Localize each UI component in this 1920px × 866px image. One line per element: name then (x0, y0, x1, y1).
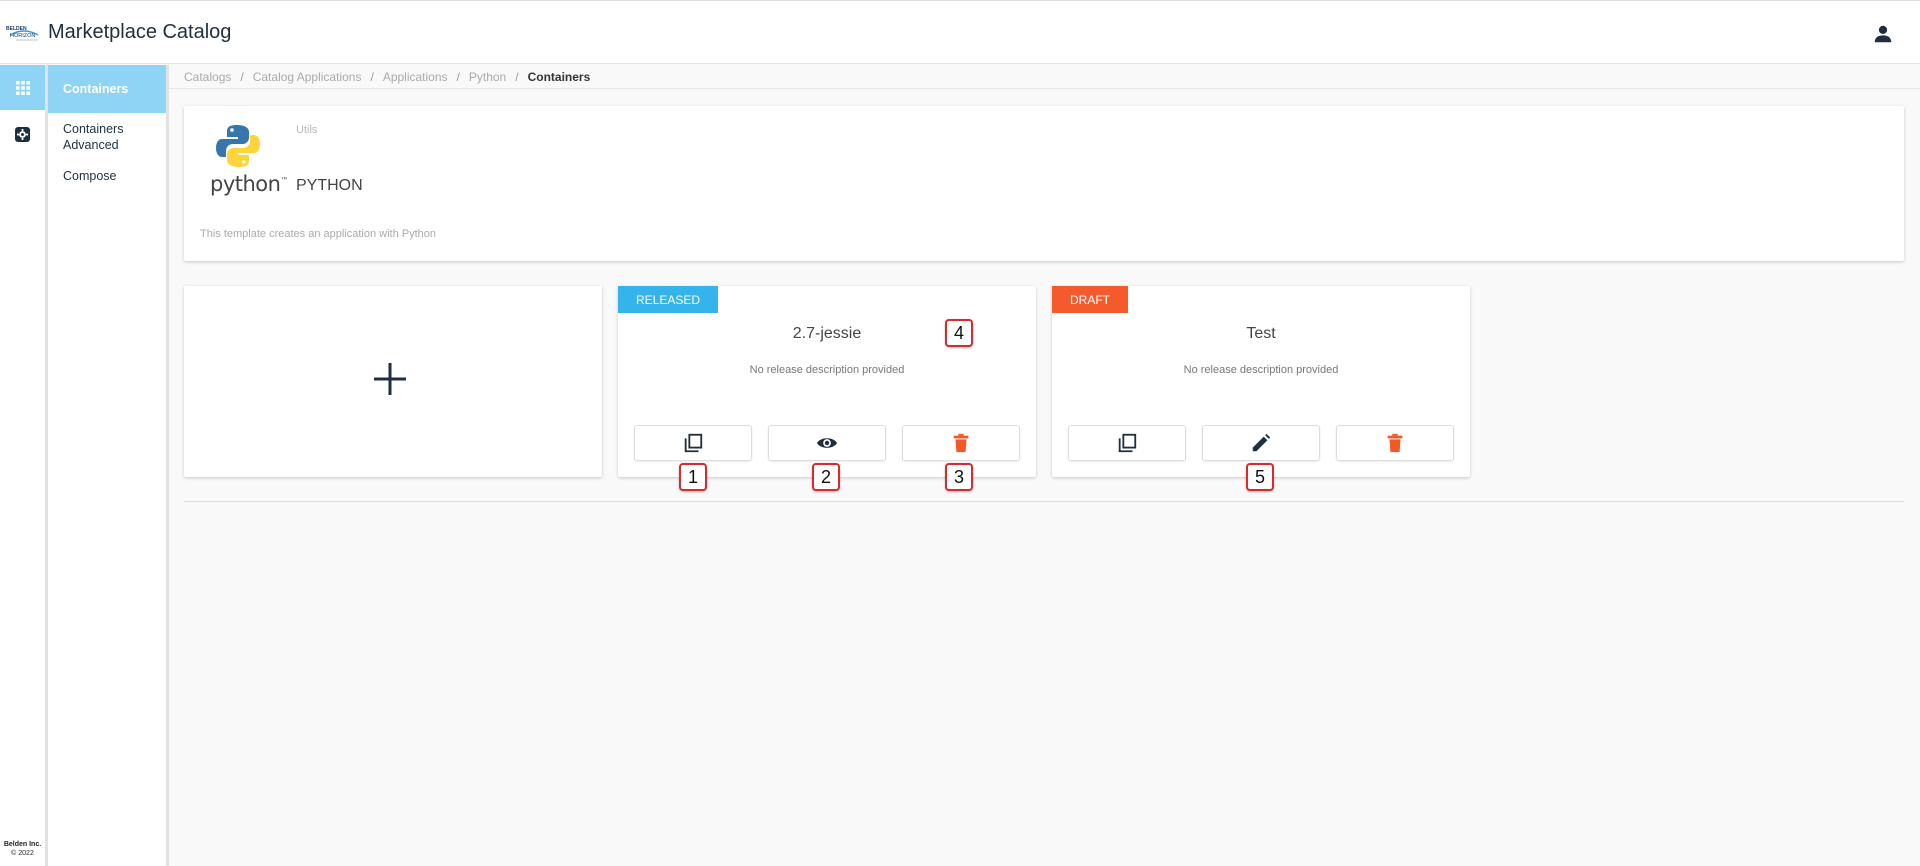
breadcrumb-current: Containers (527, 69, 591, 84)
trash-icon (953, 433, 969, 453)
annotation-marker-1: 1 (679, 463, 707, 491)
app-title: Marketplace Catalog (48, 21, 232, 43)
plus-icon (374, 363, 406, 395)
breadcrumb-separator: / (515, 69, 519, 84)
settings-gear-icon (15, 127, 30, 142)
rail-item-catalog[interactable] (0, 65, 45, 110)
python-wordmark-text: python (210, 172, 281, 196)
annotation-marker-4: 4 (945, 319, 973, 347)
trash-icon (1387, 433, 1403, 453)
copy-icon (684, 433, 703, 453)
user-icon[interactable] (1872, 23, 1894, 45)
version-description: No release description provided (749, 364, 905, 376)
breadcrumb-catalogs[interactable]: Catalogs (184, 70, 231, 84)
subnav-item-label: Compose (63, 169, 117, 183)
python-wordmark: python™ (210, 172, 288, 196)
delete-button[interactable] (902, 425, 1020, 461)
status-badge: RELEASED (618, 286, 719, 313)
copy-button[interactable] (634, 425, 752, 461)
eye-icon (816, 438, 838, 448)
annotation-marker-3: 3 (945, 463, 973, 491)
app-description: This template creates an application wit… (200, 228, 437, 240)
subnav-item-containers[interactable]: Containers (48, 65, 166, 113)
breadcrumb-separator: / (240, 69, 244, 84)
icon-rail: Belden Inc. © 2022 (0, 65, 48, 866)
pencil-icon (1252, 433, 1271, 452)
application-info-card: python™ Utils PYTHON This template creat… (184, 106, 1904, 261)
version-title: 2.7-jessie (792, 325, 862, 342)
app-category: Utils (296, 124, 318, 136)
sub-navigation: Containers Containers Advanced Compose (48, 65, 169, 866)
copy-icon (1118, 433, 1137, 453)
breadcrumb: Catalogs / Catalog Applications / Applic… (169, 65, 1920, 89)
version-card-released: RELEASED 2.7-jessie No release descripti… (618, 286, 1036, 477)
annotation-marker-5: 5 (1246, 463, 1274, 491)
breadcrumb-python[interactable]: Python (469, 70, 506, 84)
footer-company: Belden Inc. (3, 841, 42, 848)
section-divider (184, 501, 1904, 502)
status-badge: DRAFT (1052, 286, 1128, 313)
version-card-draft: DRAFT Test No release description provid… (1052, 286, 1470, 477)
breadcrumb-separator: / (456, 69, 460, 84)
svg-text:HORIZON: HORIZON (10, 33, 35, 39)
add-version-card[interactable] (184, 286, 602, 477)
view-button[interactable] (768, 425, 886, 461)
delete-button[interactable] (1336, 425, 1454, 461)
footer-year: © 2022 (11, 850, 34, 857)
python-trademark: ™ (280, 176, 288, 185)
breadcrumb-applications[interactable]: Applications (383, 70, 448, 84)
subnav-item-label: Containers (63, 82, 129, 96)
grid-icon (15, 80, 30, 95)
top-header: BELDEN HORIZON Marketplace Catalog (0, 0, 1920, 64)
python-logo-icon (216, 125, 260, 167)
edit-button[interactable] (1202, 425, 1320, 461)
copyright-footer: Belden Inc. © 2022 (0, 840, 45, 858)
version-description: No release description provided (1183, 364, 1339, 376)
rail-item-settings[interactable] (0, 112, 45, 157)
belden-horizon-logo: BELDEN HORIZON (6, 26, 39, 41)
breadcrumb-catalog-applications[interactable]: Catalog Applications (253, 70, 362, 84)
copy-button[interactable] (1068, 425, 1186, 461)
version-title: Test (1246, 325, 1276, 342)
subnav-item-label: Containers Advanced (63, 122, 124, 152)
annotation-marker-2: 2 (812, 463, 840, 491)
subnav-item-compose[interactable]: Compose (48, 168, 166, 184)
app-name: PYTHON (296, 177, 363, 194)
subnav-item-containers-advanced[interactable]: Containers Advanced (48, 113, 138, 153)
breadcrumb-separator: / (370, 69, 374, 84)
